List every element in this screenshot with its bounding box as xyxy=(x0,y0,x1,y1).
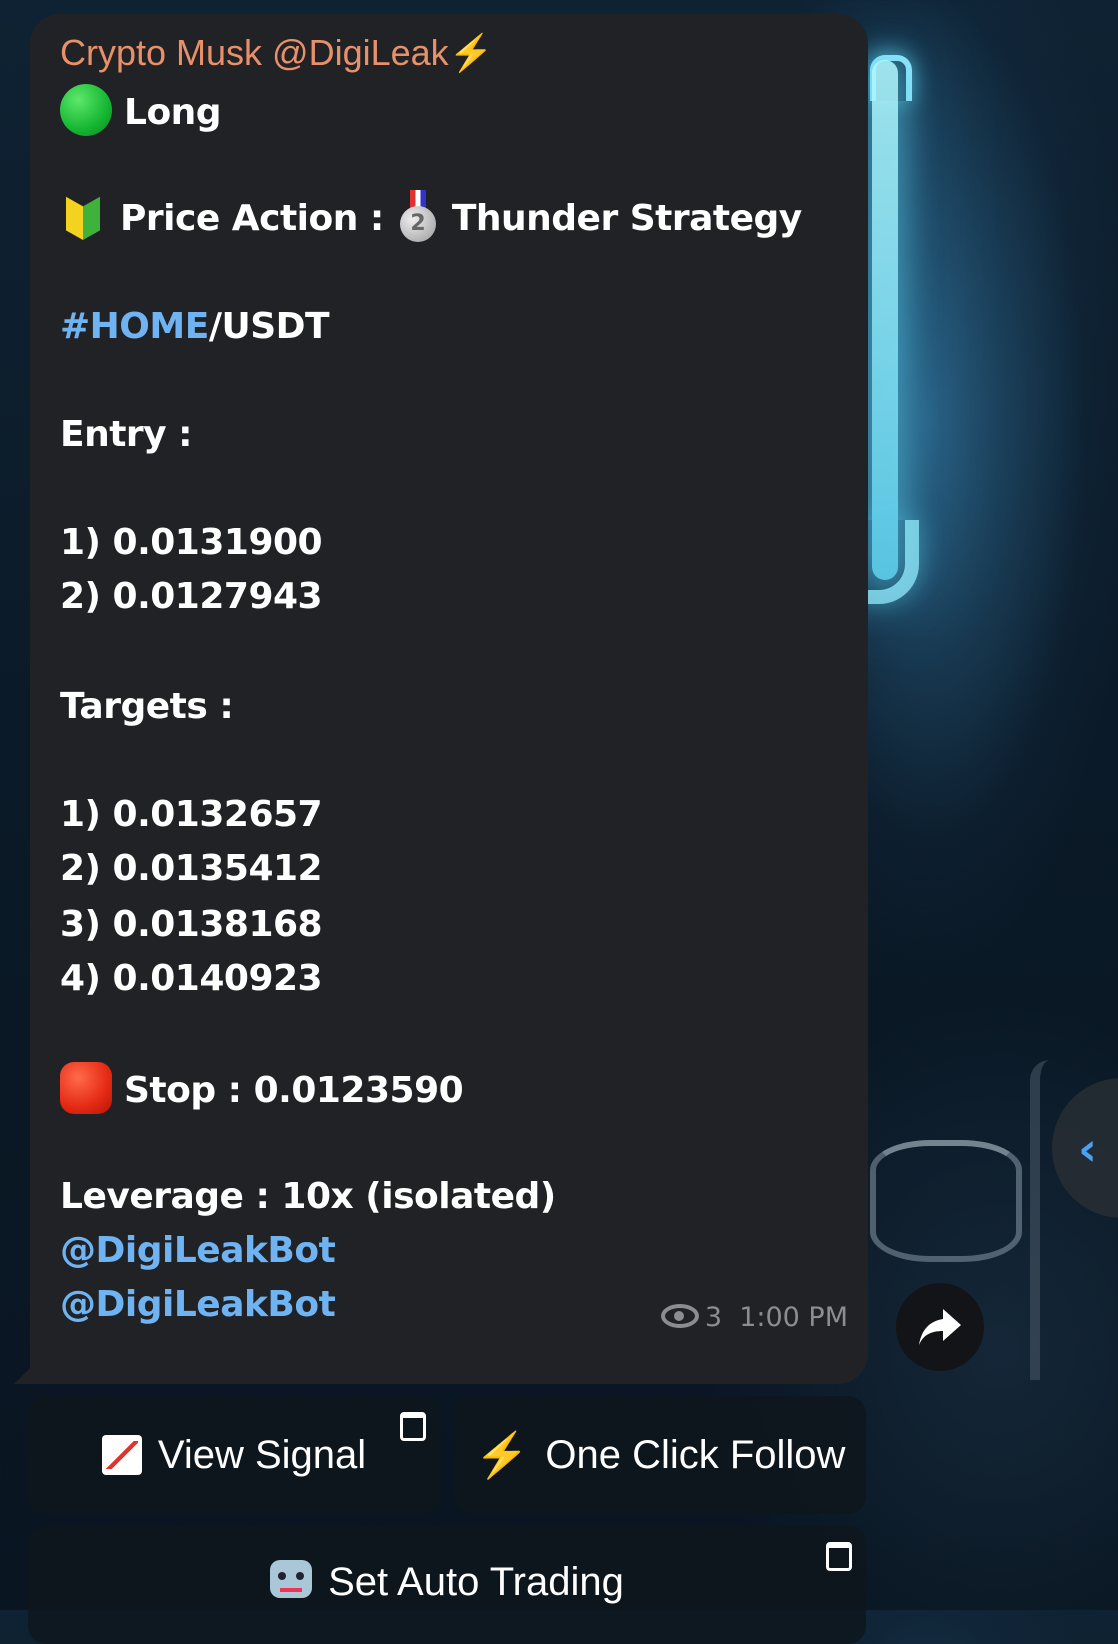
beginner-leaf-icon xyxy=(66,192,100,240)
target-value: 4) 0.0140923 xyxy=(60,958,323,999)
stop-sign-icon xyxy=(60,1062,112,1114)
one-click-follow-label: One Click Follow xyxy=(545,1432,846,1477)
target-value: 2) 0.0135412 xyxy=(60,848,323,889)
chevron-left-icon: ‹ xyxy=(1078,1122,1097,1176)
targets-label: Targets : xyxy=(60,686,234,727)
view-signal-button[interactable]: View Signal xyxy=(28,1396,440,1514)
stop-text: Stop : 0.0123590 xyxy=(124,1070,464,1111)
direction-text: Long xyxy=(124,92,222,133)
view-count: 3 xyxy=(704,1302,723,1333)
set-auto-trading-label: Set Auto Trading xyxy=(328,1560,624,1604)
neon-light xyxy=(872,60,898,580)
pair-quote: /USDT xyxy=(208,306,330,347)
open-link-icon xyxy=(400,1412,426,1441)
one-click-follow-button[interactable]: ⚡ One Click Follow xyxy=(454,1396,866,1514)
entry-value: 2) 0.0127943 xyxy=(60,576,323,617)
strategy-name: Thunder Strategy xyxy=(451,198,802,239)
set-auto-trading-button[interactable]: Set Auto Trading xyxy=(28,1526,866,1644)
lightning-icon: ⚡ xyxy=(474,1431,530,1480)
eye-icon xyxy=(660,1304,699,1328)
entry-value: 1) 0.0131900 xyxy=(60,522,323,563)
share-arrow-icon xyxy=(919,1309,961,1345)
green-circle-icon xyxy=(60,84,112,136)
view-signal-label: View Signal xyxy=(157,1432,367,1477)
direction-line: Long xyxy=(60,84,222,136)
leverage-text: Leverage : 10x (isolated) xyxy=(60,1176,556,1217)
target-value: 3) 0.0138168 xyxy=(60,904,323,945)
pair-hashtag[interactable]: #HOME xyxy=(60,306,209,347)
strategy-line: Price Action : 2 Thunder Strategy xyxy=(60,190,802,244)
entry-label: Entry : xyxy=(60,414,193,455)
sender-name[interactable]: Crypto Musk @DigiLeak⚡ xyxy=(60,32,494,74)
second-place-medal-icon: 2 xyxy=(398,190,438,244)
stop-line: Stop : 0.0123590 xyxy=(60,1062,464,1114)
message-meta: 3 1:00 PM xyxy=(660,1302,848,1333)
open-link-icon xyxy=(826,1542,852,1571)
message-time: 1:00 PM xyxy=(739,1302,848,1333)
strategy-label: Price Action : xyxy=(120,198,384,239)
bot-mention-link[interactable]: @DigiLeakBot xyxy=(60,1284,336,1325)
background-chair xyxy=(870,1140,1022,1262)
bot-mention-link[interactable]: @DigiLeakBot xyxy=(60,1230,336,1271)
pair-line: #HOME/USDT xyxy=(60,306,330,347)
chart-up-icon xyxy=(101,1435,142,1475)
target-value: 1) 0.0132657 xyxy=(60,794,323,835)
share-button[interactable] xyxy=(896,1283,984,1371)
robot-icon xyxy=(270,1560,313,1598)
